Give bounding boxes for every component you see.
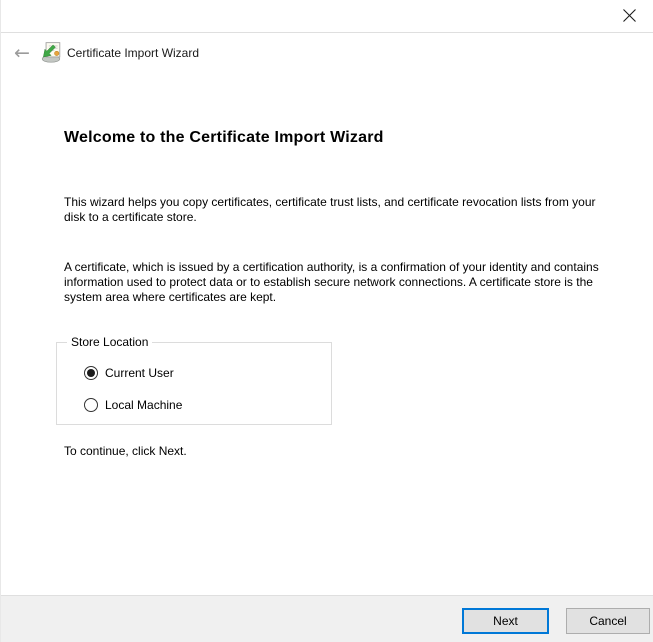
wizard-header-title: Certificate Import Wizard: [67, 46, 200, 60]
radio-local-machine-label: Local Machine: [105, 398, 183, 412]
page-title: Welcome to the Certificate Import Wizard: [64, 129, 384, 146]
wizard-header: ← Certificate Import Wizard: [1, 33, 653, 73]
certificate-import-icon: [40, 41, 62, 63]
radio-current-user[interactable]: Current User: [84, 366, 174, 380]
intro-paragraph: This wizard helps you copy certificates,…: [64, 195, 596, 224]
title-bar: [1, 0, 653, 33]
certificate-import-wizard-window: ← Certificate Import Wizard Welcome to t…: [0, 0, 653, 642]
description-paragraph: A certificate, which is issued by a cert…: [64, 260, 599, 304]
back-arrow-icon: ←: [14, 42, 30, 64]
back-button[interactable]: ←: [9, 41, 35, 65]
close-icon: [622, 8, 637, 23]
radio-button-icon: [84, 398, 98, 412]
store-location-groupbox: Store Location Current User Local Machin…: [56, 335, 332, 425]
radio-current-user-label: Current User: [105, 366, 174, 380]
next-button[interactable]: Next: [462, 608, 549, 634]
store-location-label: Store Location: [71, 335, 149, 349]
continue-hint: To continue, click Next.: [64, 444, 187, 458]
cancel-button[interactable]: Cancel: [566, 608, 650, 634]
footer-bar: Next Cancel: [1, 595, 653, 642]
radio-button-icon: [84, 366, 98, 380]
close-button[interactable]: [609, 1, 649, 29]
radio-local-machine[interactable]: Local Machine: [84, 398, 182, 412]
